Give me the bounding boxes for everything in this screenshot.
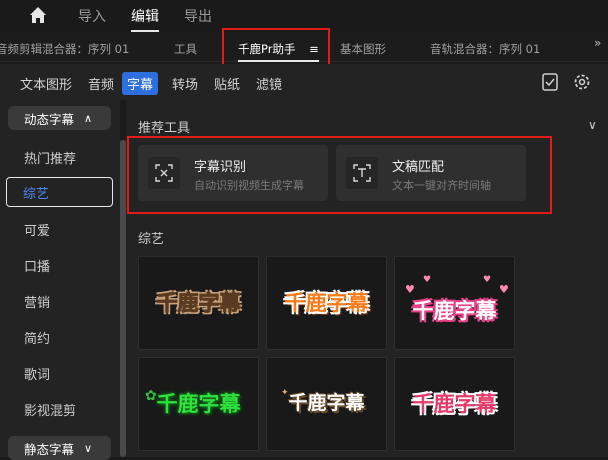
tab-audio[interactable]: 音频	[88, 74, 114, 93]
highlight-box-tools	[127, 136, 552, 214]
tab-filters[interactable]: 滤镜	[256, 74, 282, 93]
section-title-recommend: 推荐工具	[138, 121, 191, 136]
template-sample-text: 千鹿字幕	[156, 291, 241, 316]
template-sample-text: 千鹿字幕	[288, 392, 365, 414]
nav-import[interactable]: 导入	[78, 6, 106, 26]
double-chevron-right-icon[interactable]: »	[594, 36, 601, 50]
chevron-down-icon: ∨	[84, 441, 93, 455]
tab-audio-clip-mixer[interactable]: 音频剪辑混合器：序列 01	[0, 41, 129, 57]
gear-icon[interactable]	[572, 72, 592, 92]
sidebar-item-marketing[interactable]: 营销	[24, 292, 50, 311]
subtitle-template-tile[interactable]: 千鹿字幕	[266, 256, 387, 350]
nav-export[interactable]: 导出	[184, 6, 212, 26]
sidebar-item-simple[interactable]: 简约	[24, 328, 50, 347]
highlight-box-tab	[222, 28, 330, 66]
tab-audio-track-mixer[interactable]: 音轨混合器：序列 01	[430, 41, 540, 57]
template-sample-text: 千鹿字幕	[412, 392, 497, 416]
sidebar-header-dynamic-subtitles[interactable]: 动态字幕 ∧	[8, 106, 111, 130]
sidebar-item-talk[interactable]: 口播	[24, 256, 50, 275]
template-sample-text: 千鹿字幕	[412, 299, 497, 323]
template-sample-text: 千鹿字幕	[156, 392, 241, 416]
sidebar-item-hot[interactable]: 热门推荐	[24, 148, 76, 167]
heart-icon: ♥	[483, 275, 492, 285]
tab-text-graphics[interactable]: 文本图形	[20, 74, 72, 93]
sidebar-item-cute[interactable]: 可爱	[24, 220, 50, 239]
sidebar: 动态字幕 ∧ 热门推荐 综艺 可爱 口播 营销 简约 歌词 影视混剪 静态字幕 …	[0, 100, 120, 460]
subtitle-template-tile[interactable]: ✿ 千鹿字幕	[138, 357, 259, 451]
template-sample-text: 千鹿字幕	[284, 291, 369, 315]
checklist-icon[interactable]	[540, 72, 560, 92]
subtitle-template-tile[interactable]: 千鹿字幕	[138, 256, 259, 350]
nav-edit[interactable]: 编辑	[131, 6, 159, 32]
tab-essential-graphics[interactable]: 基本图形	[340, 41, 386, 57]
section-title-variety: 综艺	[138, 232, 165, 247]
tab-transitions[interactable]: 转场	[172, 74, 198, 93]
sidebar-item-film-mix[interactable]: 影视混剪	[24, 400, 76, 419]
collapse-chevron-icon[interactable]: ∨	[588, 118, 597, 132]
sidebar-footer-label: 静态字幕	[24, 441, 75, 457]
tab-subtitles[interactable]: 字幕	[122, 72, 159, 95]
tab-stickers[interactable]: 贴纸	[214, 74, 240, 93]
sidebar-item-label: 综艺	[23, 186, 50, 202]
sidebar-footer-static-subtitles[interactable]: 静态字幕 ∨	[8, 436, 111, 460]
tab-tools[interactable]: 工具	[174, 41, 197, 57]
sidebar-item-lyrics[interactable]: 歌词	[24, 364, 50, 383]
chevron-up-icon: ∧	[84, 111, 93, 125]
sidebar-header-label: 动态字幕	[24, 111, 75, 127]
sidebar-item-variety[interactable]: 综艺	[6, 177, 113, 207]
subtitle-template-tile[interactable]: 千鹿字幕	[394, 357, 515, 451]
heart-icon: ♥	[423, 275, 432, 285]
subtitle-template-tile[interactable]: ✦ 千鹿字幕	[266, 357, 387, 451]
subtitle-template-tile[interactable]: ♥ ♥ ♥ ♥ 千鹿字幕	[394, 256, 515, 350]
home-icon[interactable]	[28, 5, 48, 25]
category-tabs: 文本图形 音频 字幕 转场 贴纸 滤镜	[0, 64, 608, 100]
